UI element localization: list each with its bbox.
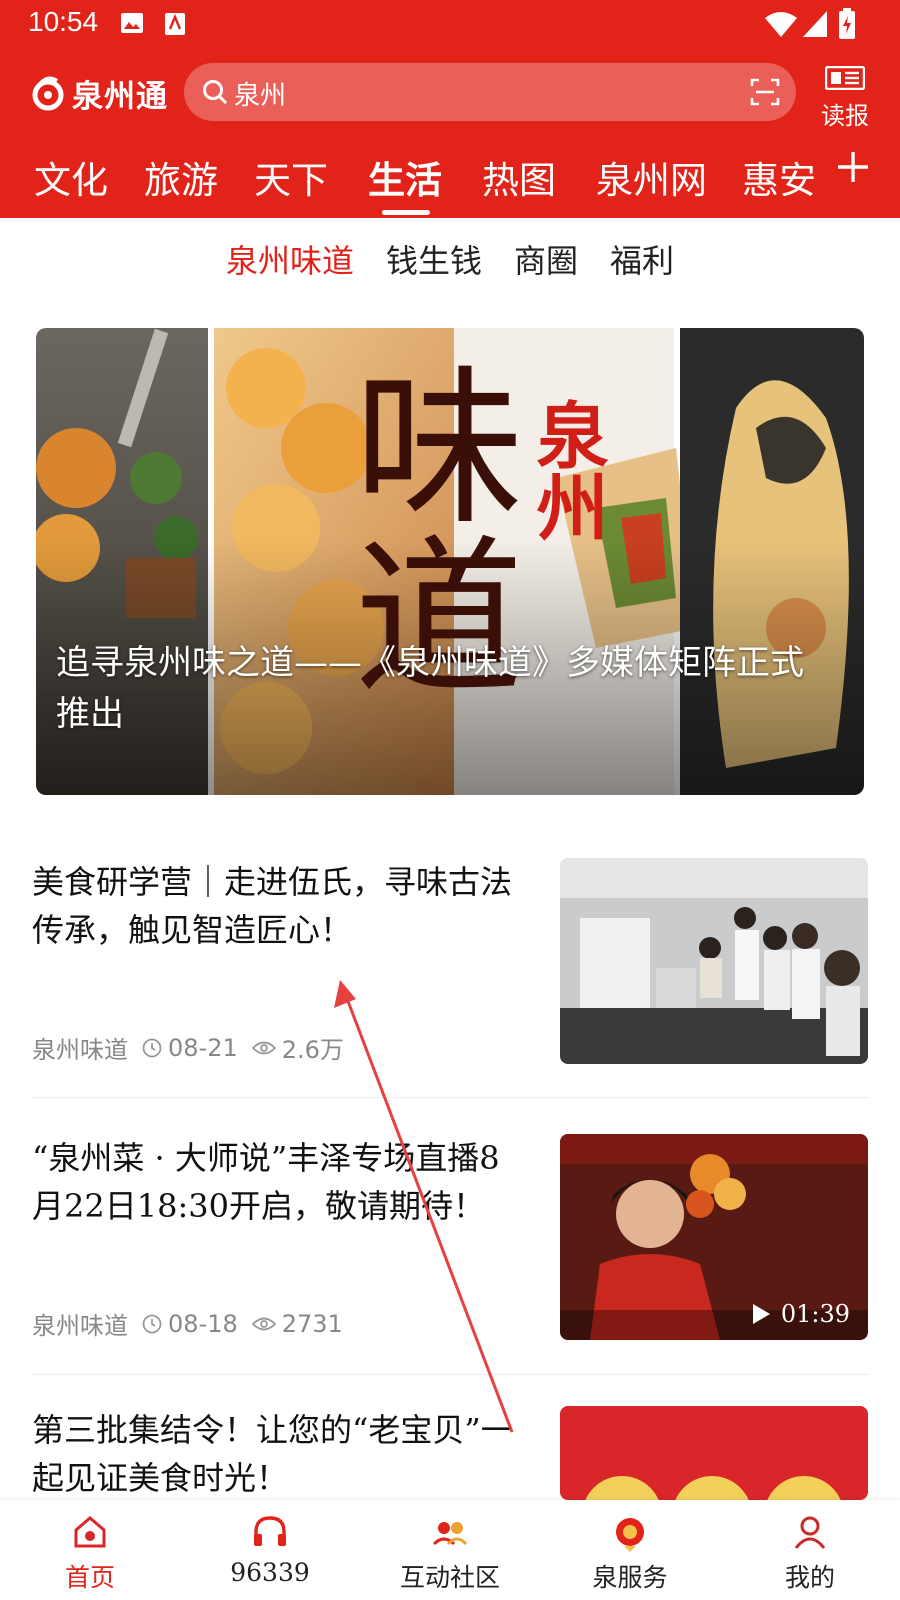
logo-icon <box>32 76 64 111</box>
play-icon <box>752 1304 770 1324</box>
tab-lvyou[interactable]: 旅游 <box>144 150 218 204</box>
subtab-shangquan[interactable]: 商圈 <box>514 236 578 282</box>
article-thumbnail <box>560 1406 868 1500</box>
article-item[interactable]: 美食研学营｜走进伍氏，寻味古法传承，触见智造匠心！ 泉州味道 08-21 2.6… <box>32 858 868 1068</box>
cellular-signal-icon <box>802 10 828 42</box>
status-time: 10:54 <box>28 6 99 37</box>
tab-quanzhouwang[interactable]: 泉州网 <box>596 150 707 204</box>
video-duration: 01:39 <box>780 1300 850 1328</box>
subtab-qian-sheng-qian[interactable]: 钱生钱 <box>386 236 482 282</box>
bottom-navigation: 首页 96339 互动社区 泉服务 我的 <box>0 1500 900 1600</box>
article-date: 08-21 <box>168 1033 238 1062</box>
article-views: 2.6万 <box>281 1036 344 1064</box>
article-title: “泉州菜 · 大师说”丰泽专场直播8月22日18:30开启，敬请期待！ <box>32 1139 500 1225</box>
article-views: 2731 <box>281 1309 343 1338</box>
community-icon <box>432 1522 468 1546</box>
nav-hotline[interactable]: 96339 <box>180 1500 360 1600</box>
nav-community-label: 互动社区 <box>399 1563 500 1592</box>
gallery-icon <box>120 12 144 38</box>
nav-home-label: 首页 <box>64 1563 115 1592</box>
search-bar[interactable]: 泉州 <box>184 63 796 121</box>
tab-wenhua[interactable]: 文化 <box>34 150 108 204</box>
nav-profile[interactable]: 我的 <box>720 1500 900 1600</box>
nav-community[interactable]: 互动社区 <box>360 1500 540 1600</box>
wifi-icon <box>764 10 798 42</box>
article-thumbnail <box>560 858 868 1064</box>
divider <box>32 1374 870 1375</box>
channel-tabs: 文化 旅游 天下 生活 热图 泉州网 惠安 <box>0 146 900 218</box>
article-video-thumbnail[interactable]: 01:39 <box>560 1134 868 1340</box>
nav-profile-label: 我的 <box>784 1563 835 1592</box>
tab-tianxia[interactable]: 天下 <box>254 150 328 204</box>
add-channel-icon[interactable] <box>836 150 870 184</box>
article-title: 美食研学营｜走进伍氏，寻味古法传承，触见智造匠心！ <box>32 863 513 949</box>
article-views-wrap: 2731 <box>251 1309 343 1338</box>
subtab-fuli[interactable]: 福利 <box>610 236 674 282</box>
hero-caption: 追寻泉州味之道——《泉州味道》多媒体矩阵正式推出 <box>56 643 804 734</box>
headphones-icon <box>254 1516 286 1546</box>
article-date: 08-18 <box>168 1309 238 1338</box>
read-paper-label: 读报 <box>821 102 869 130</box>
nav-hotline-label: 96339 <box>230 1558 310 1587</box>
profile-icon <box>794 1516 826 1549</box>
search-query: 泉州 <box>234 81 287 111</box>
clock-icon <box>142 1314 162 1333</box>
clock-icon <box>142 1038 162 1057</box>
hero-banner[interactable]: 味道 泉州 追寻泉州味之道——《泉州味道》多媒体矩阵正式推出 <box>36 328 864 795</box>
article-date-wrap: 08-21 <box>142 1034 238 1062</box>
article-item[interactable]: “泉州菜 · 大师说”丰泽专场直播8月22日18:30开启，敬请期待！ 泉州味道… <box>32 1134 868 1344</box>
article-views-wrap: 2.6万 <box>251 1030 344 1065</box>
sub-tabs: 泉州味道 钱生钱 商圈 福利 <box>0 230 900 290</box>
article-source: 泉州味道 <box>32 1312 128 1340</box>
active-tab-indicator <box>382 210 430 215</box>
tab-huian[interactable]: 惠安 <box>742 150 816 204</box>
article-meta: 泉州味道 08-18 2731 <box>32 1306 357 1341</box>
home-icon <box>74 1516 106 1548</box>
eye-icon <box>251 1041 276 1054</box>
article-date-wrap: 08-18 <box>142 1310 238 1338</box>
newspaper-icon <box>824 65 866 91</box>
tab-shenghuo[interactable]: 生活 <box>368 150 442 204</box>
divider <box>32 1097 870 1098</box>
read-paper-button[interactable]: 读报 <box>818 65 872 131</box>
eye-icon <box>251 1317 276 1330</box>
subtab-quanzhou-weidao[interactable]: 泉州味道 <box>226 236 354 282</box>
article-source: 泉州味道 <box>32 1036 128 1064</box>
nav-home[interactable]: 首页 <box>0 1500 180 1600</box>
service-icon <box>616 1518 644 1552</box>
hero-image-title-small: 泉州 <box>524 398 609 542</box>
video-duration-badge: 01:39 <box>751 1300 850 1328</box>
nav-services-label: 泉服务 <box>592 1563 668 1592</box>
nav-services[interactable]: 泉服务 <box>540 1500 720 1600</box>
status-bar: 10:54 <box>0 0 900 50</box>
article-title: 第三批集结令！让您的“老宝贝”一起见证美食时光！ <box>32 1411 513 1497</box>
tab-retu[interactable]: 热图 <box>482 150 556 204</box>
article-meta: 泉州味道 08-21 2.6万 <box>32 1030 358 1065</box>
app-logo[interactable]: 泉州通 <box>30 66 168 120</box>
app-name: 泉州通 <box>72 78 168 115</box>
search-icon <box>203 80 228 105</box>
scan-icon[interactable] <box>750 77 780 107</box>
app-notification-icon <box>164 12 186 40</box>
battery-icon <box>838 8 856 44</box>
article-item[interactable]: 第三批集结令！让您的“老宝贝”一起见证美食时光！ <box>32 1406 868 1500</box>
